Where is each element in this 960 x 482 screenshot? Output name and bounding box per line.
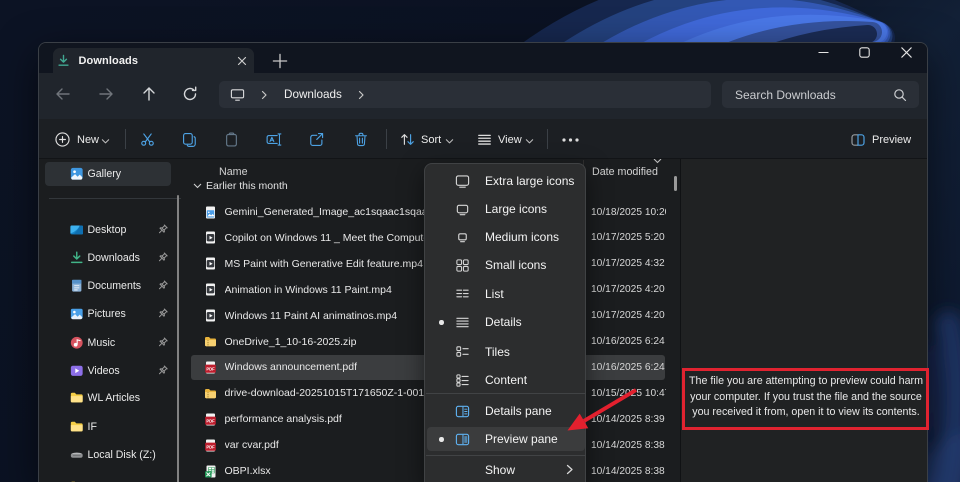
svg-text:PDF: PDF xyxy=(206,366,215,371)
svg-text:PDF: PDF xyxy=(206,444,215,449)
svg-text:PDF: PDF xyxy=(206,418,215,423)
